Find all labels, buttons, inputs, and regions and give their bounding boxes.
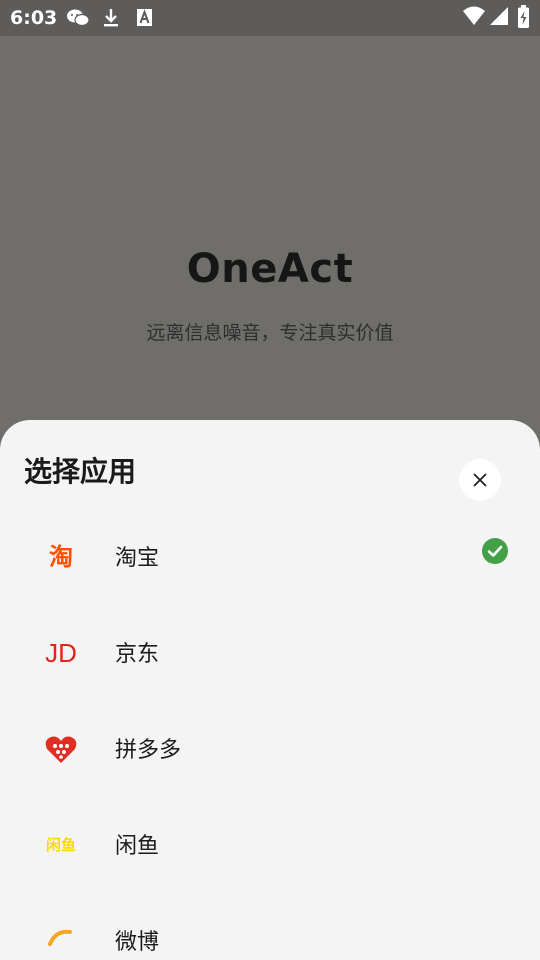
- status-time: 6:03: [10, 7, 58, 29]
- app-option-label: 京东: [115, 642, 160, 667]
- taobao-logo-icon: 淘: [49, 543, 73, 571]
- check-circle-icon: [482, 538, 508, 564]
- wechat-icon: [66, 8, 90, 32]
- app-option-weibo[interactable]: 微博: [0, 896, 540, 960]
- signal-icon: [489, 6, 509, 30]
- battery-charging-icon: [517, 5, 530, 33]
- app-option-xianyu[interactable]: 闲鱼 闲鱼: [0, 800, 540, 896]
- font-a-icon: [136, 8, 153, 31]
- app-option-jd[interactable]: JD 京东: [0, 608, 540, 704]
- jd-logo-icon: JD: [45, 638, 77, 668]
- app-option-label: 闲鱼: [115, 834, 160, 859]
- xianyu-logo-icon: 闲鱼: [45, 836, 76, 854]
- app-option-taobao[interactable]: 淘 淘宝: [0, 512, 540, 608]
- status-bar: 6:03: [0, 0, 540, 36]
- weibo-logo-icon: [44, 924, 78, 958]
- wifi-icon: [462, 6, 486, 30]
- app-name: OneAct: [186, 246, 354, 292]
- app-option-label: 淘宝: [115, 546, 160, 571]
- download-icon: [102, 8, 120, 32]
- app-option-label: 拼多多: [115, 738, 182, 763]
- sheet-title: 选择应用: [24, 455, 137, 488]
- close-icon: [473, 473, 487, 487]
- app-option-pinduoduo[interactable]: 拼多多: [0, 704, 540, 800]
- app-picker-sheet: 选择应用 淘 淘宝 JD 京东 拼多多 闲鱼 闲鱼 微博: [0, 420, 540, 960]
- pinduoduo-logo-icon: [44, 732, 78, 766]
- app-tagline: 远离信息噪音，专注真实价值: [146, 322, 394, 344]
- app-option-label: 微博: [115, 930, 160, 955]
- close-button[interactable]: [459, 459, 501, 501]
